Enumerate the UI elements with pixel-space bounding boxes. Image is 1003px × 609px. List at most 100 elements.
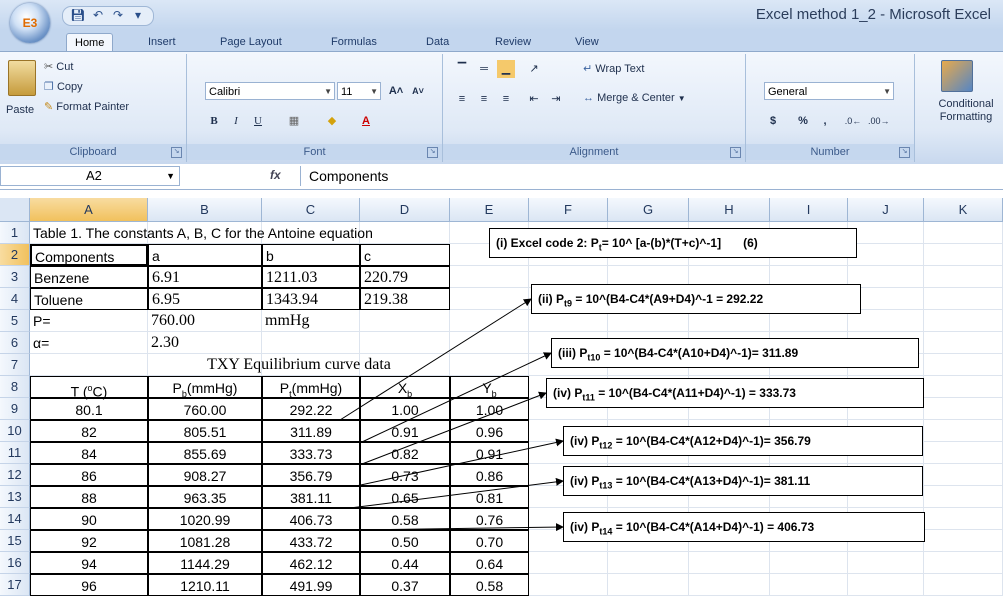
grid-cell[interactable] xyxy=(924,288,1003,310)
txy-data-cell[interactable]: 491.99 xyxy=(262,574,360,596)
txy-data-cell[interactable]: 0.86 xyxy=(450,464,529,486)
column-header-i[interactable]: I xyxy=(770,198,848,222)
row-header-12[interactable]: 12 xyxy=(0,464,30,486)
txy-data-cell[interactable]: 0.58 xyxy=(360,508,450,530)
txy-data-cell[interactable]: 0.44 xyxy=(360,552,450,574)
grid-cell[interactable] xyxy=(450,354,529,376)
grid-cell[interactable] xyxy=(924,244,1003,266)
row-header-17[interactable]: 17 xyxy=(0,574,30,596)
txy-data-cell[interactable]: 292.22 xyxy=(262,398,360,420)
font-size-combo[interactable]: 11 ▼ xyxy=(337,82,381,100)
txy-header-cell[interactable]: Pb(mmHg) xyxy=(148,376,262,399)
copy-button[interactable]: ❐ Copy xyxy=(44,80,83,93)
grid-cell[interactable] xyxy=(924,552,1003,574)
grid-cell[interactable] xyxy=(924,266,1003,288)
font-name-combo[interactable]: Calibri ▼ xyxy=(205,82,335,100)
number-format-combo[interactable]: General ▼ xyxy=(764,82,894,100)
row-header-1[interactable]: 1 xyxy=(0,222,30,244)
txy-data-cell[interactable]: 0.91 xyxy=(360,420,450,442)
tab-view[interactable]: View xyxy=(567,33,607,51)
constants-cell[interactable]: 6.95 xyxy=(148,288,262,310)
txy-data-cell[interactable]: 0.82 xyxy=(360,442,450,464)
grow-font-icon[interactable]: A˄ xyxy=(387,82,405,100)
value-cell[interactable]: 2.30 xyxy=(148,332,262,354)
txy-data-cell[interactable]: 0.64 xyxy=(450,552,529,574)
txy-data-cell[interactable]: 92 xyxy=(30,530,148,552)
grid-cell[interactable] xyxy=(848,222,924,244)
constants-cell[interactable]: Benzene xyxy=(30,266,148,288)
tab-home[interactable]: Home xyxy=(66,33,114,52)
customize-icon[interactable]: ▾ xyxy=(129,7,147,23)
column-header-c[interactable]: C xyxy=(262,198,360,222)
txy-data-cell[interactable]: 0.58 xyxy=(450,574,529,596)
grid-cell[interactable] xyxy=(924,486,1003,508)
txy-data-cell[interactable]: 0.65 xyxy=(360,486,450,508)
txy-data-cell[interactable]: 462.12 xyxy=(262,552,360,574)
row-header-15[interactable]: 15 xyxy=(0,530,30,552)
row-header-9[interactable]: 9 xyxy=(0,398,30,420)
row-header-5[interactable]: 5 xyxy=(0,310,30,332)
txy-header-cell[interactable]: Xb xyxy=(360,376,450,399)
currency-button[interactable]: $ xyxy=(764,112,782,130)
grid-cell[interactable] xyxy=(848,244,924,266)
increase-indent-icon[interactable]: ⇥ xyxy=(547,90,565,108)
shrink-font-icon[interactable]: A˅ xyxy=(409,82,427,100)
fx-icon[interactable]: fx xyxy=(270,168,281,182)
txy-data-cell[interactable]: 1.00 xyxy=(360,398,450,420)
txy-data-cell[interactable]: 333.73 xyxy=(262,442,360,464)
dialog-launcher-icon[interactable]: ↘ xyxy=(730,147,741,158)
column-header-b[interactable]: B xyxy=(148,198,262,222)
constants-cell[interactable]: 1211.03 xyxy=(262,266,360,288)
name-box[interactable]: A2 ▼ xyxy=(0,166,180,186)
column-header-a[interactable]: A xyxy=(30,198,148,222)
txy-data-cell[interactable]: 356.79 xyxy=(262,464,360,486)
txy-header-cell[interactable]: Yb xyxy=(450,376,529,399)
row-header-13[interactable]: 13 xyxy=(0,486,30,508)
comma-button[interactable]: , xyxy=(816,112,834,130)
dialog-launcher-icon[interactable]: ↘ xyxy=(899,147,910,158)
grid-cell[interactable] xyxy=(924,464,1003,486)
constants-cell[interactable]: c xyxy=(360,244,450,266)
bold-button[interactable]: B xyxy=(205,112,223,130)
txy-data-cell[interactable]: 96 xyxy=(30,574,148,596)
constants-cell[interactable]: Toluene xyxy=(30,288,148,310)
txy-data-cell[interactable]: 805.51 xyxy=(148,420,262,442)
grid-cell[interactable] xyxy=(360,332,450,354)
save-icon[interactable]: 💾︎ xyxy=(69,7,87,23)
constants-cell[interactable]: 220.79 xyxy=(360,266,450,288)
tab-page-layout[interactable]: Page Layout xyxy=(212,33,290,51)
txy-data-cell[interactable]: 0.50 xyxy=(360,530,450,552)
align-right-icon[interactable]: ≡ xyxy=(497,90,515,108)
grid-cell[interactable] xyxy=(924,332,1003,354)
grid-cell[interactable] xyxy=(450,288,529,310)
column-header-h[interactable]: H xyxy=(689,198,770,222)
value-cell[interactable]: 760.00 xyxy=(148,310,262,332)
txy-title-cell[interactable]: TXY Equilibrium curve data xyxy=(148,354,450,376)
decrease-decimal-icon[interactable]: .00→ xyxy=(868,112,890,130)
txy-data-cell[interactable]: 0.70 xyxy=(450,530,529,552)
txy-data-cell[interactable]: 0.73 xyxy=(360,464,450,486)
txy-data-cell[interactable]: 963.35 xyxy=(148,486,262,508)
txy-data-cell[interactable]: 406.73 xyxy=(262,508,360,530)
row-header-3[interactable]: 3 xyxy=(0,266,30,288)
grid-cell[interactable] xyxy=(450,310,529,332)
grid-cell[interactable] xyxy=(924,376,1003,398)
paste-button[interactable]: Paste xyxy=(6,104,34,116)
txy-data-cell[interactable]: 80.1 xyxy=(30,398,148,420)
grid-cell[interactable] xyxy=(924,508,1003,530)
dialog-launcher-icon[interactable]: ↘ xyxy=(427,147,438,158)
grid-cell[interactable] xyxy=(924,574,1003,596)
grid-cell[interactable] xyxy=(924,310,1003,332)
row-header-7[interactable]: 7 xyxy=(0,354,30,376)
txy-data-cell[interactable]: 1020.99 xyxy=(148,508,262,530)
grid-cell[interactable] xyxy=(529,552,608,574)
txy-data-cell[interactable]: 311.89 xyxy=(262,420,360,442)
decrease-indent-icon[interactable]: ⇤ xyxy=(525,90,543,108)
row-header-16[interactable]: 16 xyxy=(0,552,30,574)
grid-cell[interactable] xyxy=(360,310,450,332)
txy-data-cell[interactable]: 82 xyxy=(30,420,148,442)
formula-input[interactable]: Components xyxy=(300,166,1000,186)
cut-button[interactable]: ✂ Cut xyxy=(44,60,73,73)
italic-button[interactable]: I xyxy=(227,112,245,130)
txy-header-cell[interactable]: Pt(mmHg) xyxy=(262,376,360,399)
